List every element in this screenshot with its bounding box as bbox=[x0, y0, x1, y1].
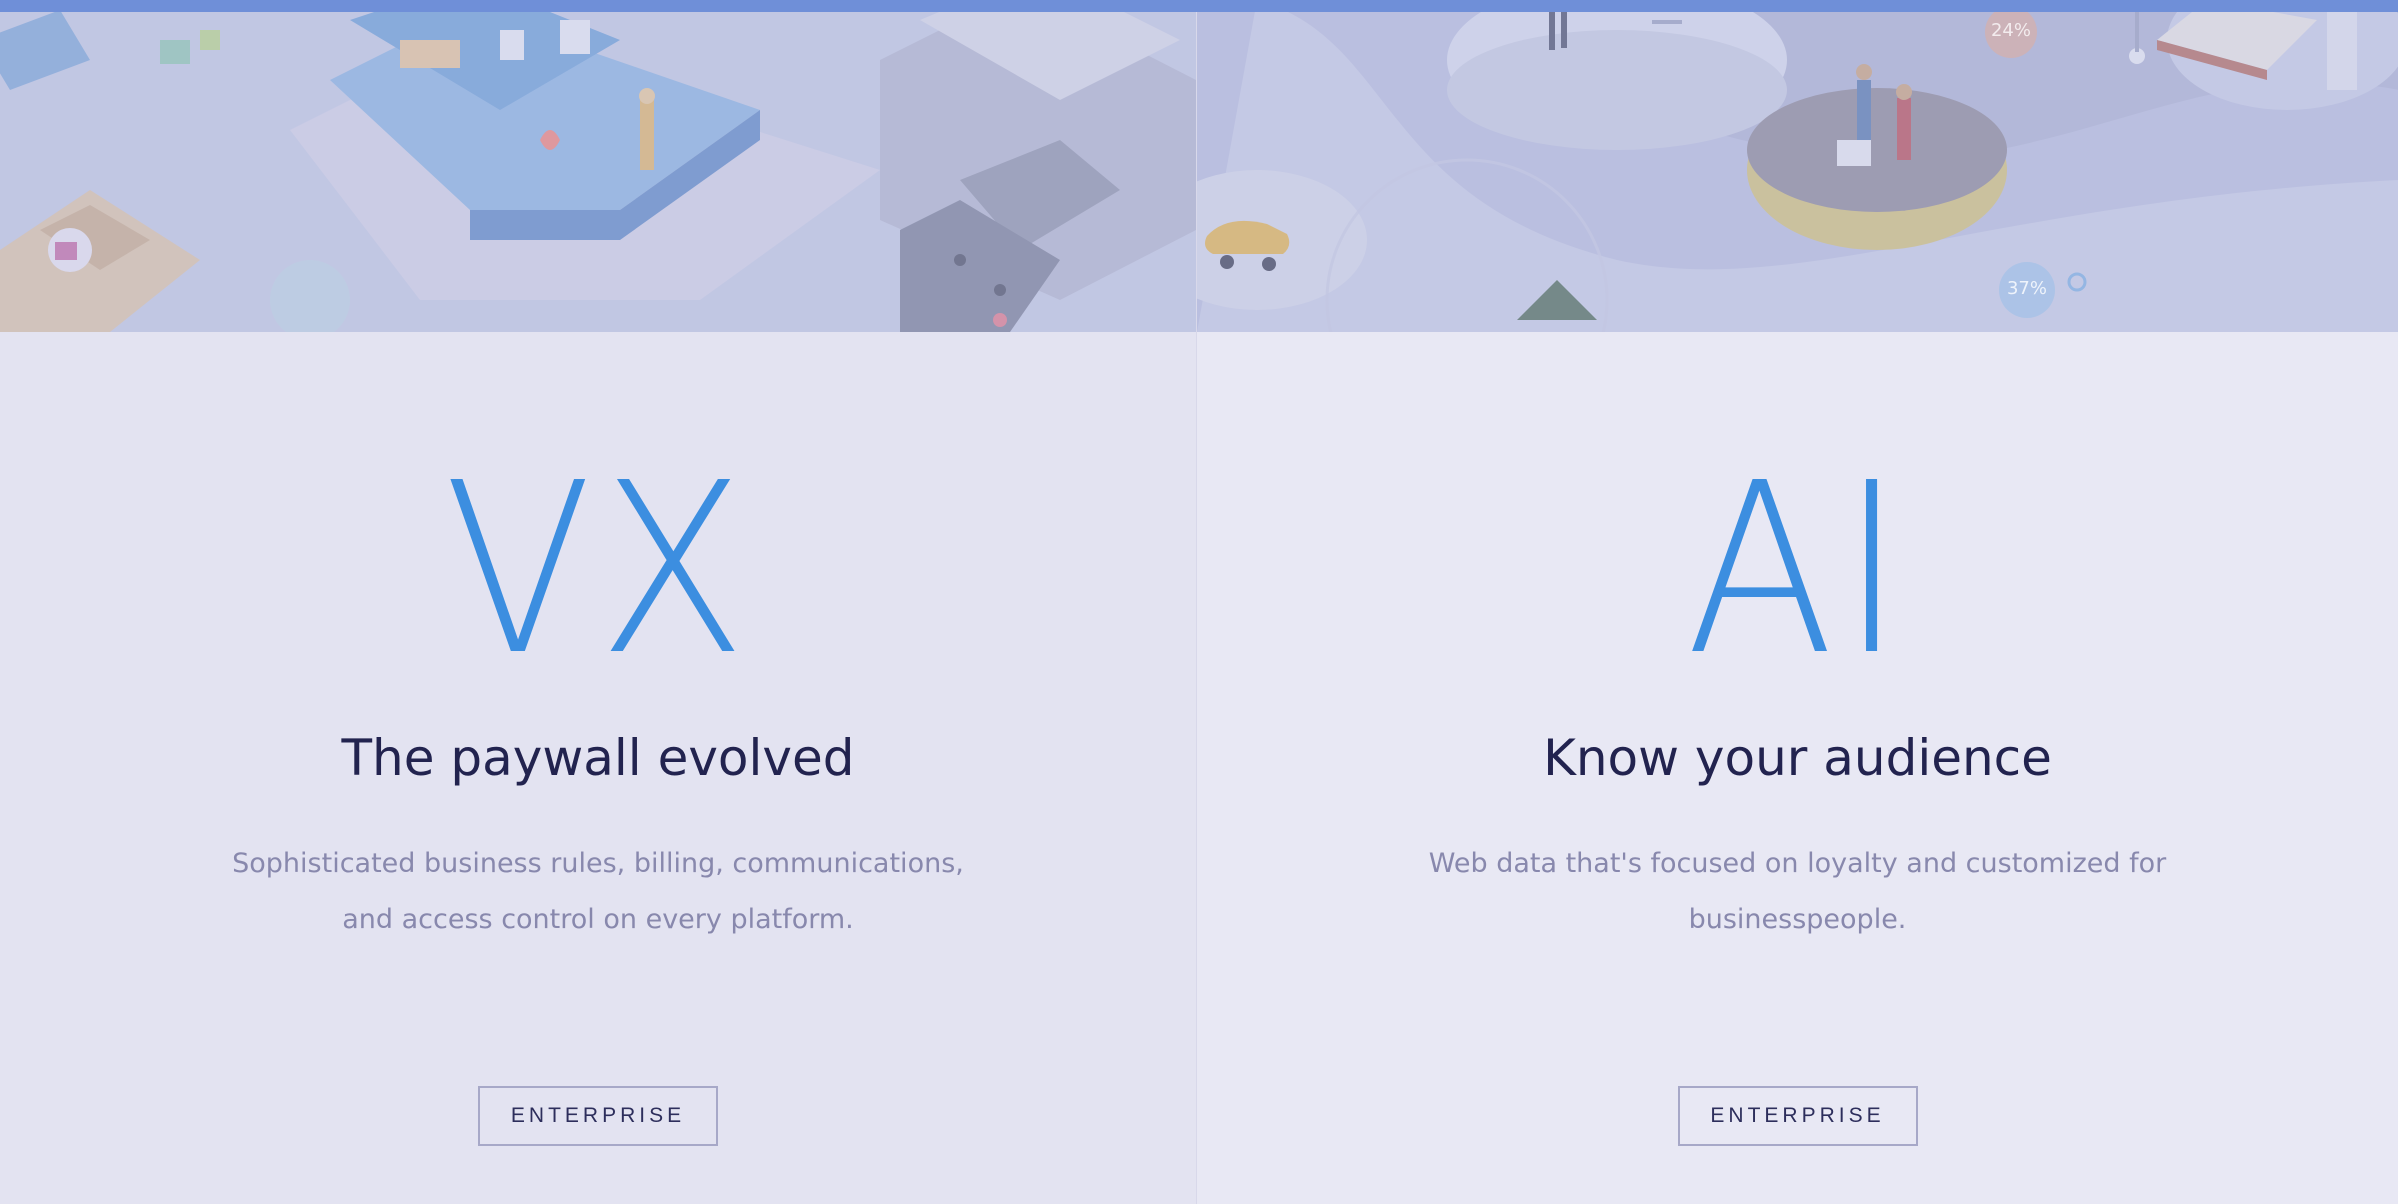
product-description: Sophisticated business rules, billing, c… bbox=[232, 848, 964, 935]
hero-overlay bbox=[1197, 0, 2398, 332]
product-logo-vx: VX bbox=[443, 432, 753, 707]
product-card-ai: 24% 37% AI Know your audience Web data t… bbox=[1196, 0, 2398, 1204]
product-logo-ai: AI bbox=[1685, 432, 1910, 707]
product-content-vx: VX The paywall evolved Sophisticated bus… bbox=[0, 332, 1196, 1204]
top-accent-strip bbox=[0, 0, 2398, 12]
enterprise-button-vx[interactable]: ENTERPRISE bbox=[478, 1086, 718, 1146]
product-tagline: Know your audience bbox=[1543, 729, 2052, 787]
product-card-vx: VX The paywall evolved Sophisticated bus… bbox=[0, 0, 1196, 1204]
product-description: Web data that's focused on loyalty and c… bbox=[1428, 848, 2167, 935]
hero-overlay bbox=[0, 0, 1196, 332]
stat-badge-24: 24% bbox=[1990, 20, 2031, 41]
product-tagline: The paywall evolved bbox=[341, 729, 855, 787]
hero-illustration-vx bbox=[0, 0, 1196, 332]
enterprise-button-ai[interactable]: ENTERPRISE bbox=[1677, 1086, 1918, 1146]
product-content-ai: AI Know your audience Web data that's fo… bbox=[1197, 332, 2398, 1204]
hero-illustration-ai: 24% 37% bbox=[1197, 0, 2398, 332]
stat-badge-37: 37% bbox=[2006, 278, 2047, 299]
